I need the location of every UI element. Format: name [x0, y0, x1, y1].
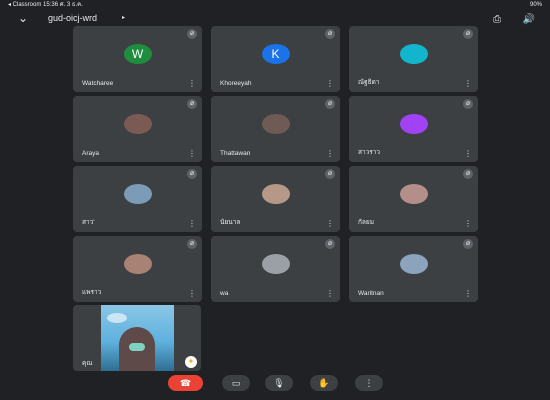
avatar	[399, 114, 428, 134]
mic-off-icon: ⌀	[463, 99, 473, 109]
participant-name: wa	[220, 290, 229, 297]
avatar	[261, 184, 290, 204]
mic-off-icon: ⌀	[187, 239, 197, 249]
more-vert-icon[interactable]: ⋮	[326, 150, 334, 158]
avatar	[123, 114, 152, 134]
more-vert-icon[interactable]: ⋮	[188, 290, 196, 298]
participant-tile[interactable]: ⌀ กัลยม ⋮	[349, 166, 478, 232]
mic-off-icon: ⌀	[463, 239, 473, 249]
participant-tile[interactable]: ⌀ W Watcharee ⋮	[73, 26, 202, 92]
participant-name: กัลยม	[358, 219, 375, 226]
mic-off-icon: ⌀	[187, 99, 197, 109]
more-vert-icon[interactable]: ⋮	[326, 80, 334, 88]
camera-switch-icon[interactable]: ⎙	[490, 12, 504, 26]
mic-off-icon: ⌀	[325, 169, 335, 179]
end-call-button[interactable]: ☎	[168, 375, 203, 391]
mic-off-icon: ⌀	[325, 99, 335, 109]
participant-name: Khoreeyah	[220, 80, 252, 87]
more-vert-icon[interactable]: ⋮	[464, 150, 472, 158]
self-video	[101, 305, 174, 371]
avatar	[399, 44, 428, 64]
status-left-text: ◂ Classroom 15:36 ศ. 3 ธ.ค.	[8, 2, 83, 8]
chevron-down-icon[interactable]: ⌄	[18, 11, 28, 25]
raise-hand-button[interactable]: ✋	[310, 375, 338, 391]
videocam-button[interactable]: ▭	[222, 375, 250, 391]
avatar	[261, 114, 290, 134]
self-video-tile[interactable]: คุณ ✦	[73, 305, 201, 371]
mic-off-icon: ⌀	[463, 169, 473, 179]
avatar	[399, 184, 428, 204]
participant-name: ณัฐธิดา	[358, 79, 380, 86]
participant-name: Thattawan	[220, 150, 251, 157]
participant-name: แพราว	[82, 289, 102, 296]
avatar	[399, 254, 428, 274]
self-name: คุณ	[82, 360, 93, 367]
more-vert-icon[interactable]: ⋮	[326, 290, 334, 298]
avatar	[123, 184, 152, 204]
participant-name: Araya	[82, 150, 99, 157]
more-vert-icon[interactable]: ⋮	[188, 150, 196, 158]
participant-tile[interactable]: ⌀ Araya ⋮	[73, 96, 202, 162]
more-vert-icon[interactable]: ⋮	[188, 220, 196, 228]
participant-tile[interactable]: ⌀ นัยนาล ⋮	[211, 166, 340, 232]
mic-off-icon: ⌀	[463, 29, 473, 39]
more-options-button[interactable]: ⋮	[355, 375, 383, 391]
sparkle-icon[interactable]: ✦	[185, 356, 197, 368]
participant-tile[interactable]: ⌀ K Khoreeyah ⋮	[211, 26, 340, 92]
participant-name: สาว'	[82, 219, 95, 226]
participant-name: นัยนาล	[220, 219, 241, 226]
mic-off-icon: ⌀	[187, 169, 197, 179]
meeting-code[interactable]: gud-oicj-wrd	[48, 13, 97, 23]
participant-tile[interactable]: ⌀ wa ⋮	[211, 236, 340, 302]
avatar: K	[261, 44, 290, 64]
participant-tile[interactable]: ⌀ สาวราว ⋮	[349, 96, 478, 162]
mic-off-icon: ⌀	[325, 239, 335, 249]
battery-text: 90%	[529, 2, 542, 8]
mic-off-icon: ⌀	[187, 29, 197, 39]
status-bar: ◂ Classroom 15:36 ศ. 3 ธ.ค. 90%	[0, 0, 550, 10]
participant-tile[interactable]: ⌀ สาว' ⋮	[73, 166, 202, 232]
avatar	[261, 254, 290, 274]
participant-tile[interactable]: ⌀ แพราว ⋮	[73, 236, 202, 302]
participant-name: Watcharee	[82, 80, 114, 87]
avatar: W	[123, 44, 152, 64]
more-vert-icon[interactable]: ⋮	[464, 290, 472, 298]
more-vert-icon[interactable]: ⋮	[464, 220, 472, 228]
avatar	[123, 254, 152, 274]
more-vert-icon[interactable]: ⋮	[326, 220, 334, 228]
mic-off-icon: ⌀	[325, 29, 335, 39]
more-vert-icon[interactable]: ⋮	[464, 80, 472, 88]
participant-tile[interactable]: ⌀ ณัฐธิดา ⋮	[349, 26, 478, 92]
participant-name: Waritnan	[358, 290, 384, 297]
participant-tile[interactable]: ⌀ Thattawan ⋮	[211, 96, 340, 162]
more-vert-icon[interactable]: ⋮	[188, 80, 196, 88]
call-controls: ☎ ▭ 🎙 ✋ ⋮	[0, 375, 550, 393]
participant-tile[interactable]: ⌀ Waritnan ⋮	[349, 236, 478, 302]
speaker-icon[interactable]: 🔊	[522, 12, 536, 26]
mic-button[interactable]: 🎙	[265, 375, 293, 391]
meeting-info-arrow-icon[interactable]: ▸	[122, 14, 125, 21]
participant-name: สาวราว	[358, 149, 381, 156]
